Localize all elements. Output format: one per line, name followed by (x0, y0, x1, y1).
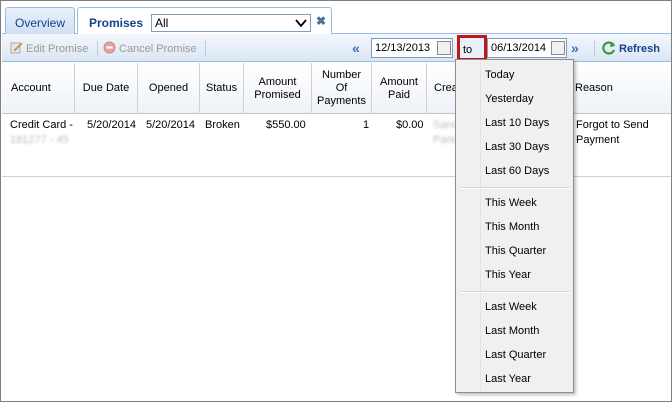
refresh-icon (602, 41, 616, 55)
column-header-status[interactable]: Status (200, 63, 244, 114)
column-header-amount-paid[interactable]: Amount Paid (372, 63, 427, 114)
cancel-promise-label: Cancel Promise (119, 43, 197, 55)
edit-promise-button[interactable]: Edit Promise (10, 41, 88, 57)
cancel-icon (103, 41, 116, 54)
tab-strip: Overview Promises All ✖ (2, 2, 671, 36)
header-label: Status (205, 82, 238, 94)
menu-separator (460, 187, 570, 189)
header-label: Promised (254, 88, 301, 101)
menu-item-this-quarter[interactable]: This Quarter (485, 245, 546, 257)
previous-period-icon[interactable]: « (352, 40, 368, 56)
menu-item-last-week[interactable]: Last Week (485, 301, 537, 313)
promise-filter-select[interactable]: All (151, 14, 311, 32)
header-label: Of (335, 82, 348, 94)
column-header-amount-promised[interactable]: Amount Promised (244, 63, 312, 114)
close-tab-icon[interactable]: ✖ (316, 14, 326, 28)
header-label: Number (321, 69, 362, 81)
menu-item-this-month[interactable]: This Month (485, 221, 539, 233)
refresh-button[interactable]: Refresh (601, 40, 660, 56)
tab-promises[interactable]: Promises All ✖ (77, 7, 332, 36)
tab-overview-label: Overview (14, 16, 65, 30)
column-header-reason[interactable]: Reason (567, 63, 671, 114)
promises-window: Overview Promises All ✖ Edit Promise Can… (0, 0, 672, 402)
date-to-field[interactable]: 06/13/2014 (487, 38, 567, 58)
header-label: Payments (317, 95, 366, 107)
refresh-label: Refresh (619, 43, 660, 55)
column-header-number-of-payments[interactable]: Number Of Payments (312, 63, 372, 114)
date-from-value: 12/13/2013 (375, 42, 431, 54)
next-period-icon[interactable]: » (571, 40, 587, 56)
cell-amount-promised: $550.00 (266, 119, 306, 131)
calendar-icon[interactable] (437, 41, 451, 55)
toolbar: Edit Promise Cancel Promise « 12/13/2013… (2, 34, 671, 63)
cell-reason: Forgot to Send Payment (576, 118, 649, 148)
column-header-due-date[interactable]: Due Date (75, 63, 138, 114)
cell-account: Credit Card - 181277 - 45 (10, 118, 73, 148)
header-label: Paid (387, 88, 411, 101)
reason-line: Forgot to Send (576, 119, 649, 131)
header-label: Amount (258, 75, 297, 88)
date-to-value: 06/13/2014 (491, 42, 547, 54)
toolbar-separator (97, 41, 98, 56)
header-label: Due Date (82, 82, 130, 94)
menu-item-yesterday[interactable]: Yesterday (485, 93, 534, 105)
header-label: Amount (380, 75, 418, 88)
cancel-promise-button[interactable]: Cancel Promise (103, 41, 197, 57)
account-number: 181277 - 45 (10, 134, 69, 146)
chevron-down-icon (295, 19, 307, 28)
account-name: Credit Card - (10, 119, 73, 131)
tab-promises-label: Promises (89, 16, 144, 30)
menu-item-last-30-days[interactable]: Last 30 Days (485, 141, 549, 153)
tab-overview[interactable]: Overview (5, 7, 75, 35)
calendar-icon[interactable] (551, 41, 565, 55)
menu-item-last-month[interactable]: Last Month (485, 325, 539, 337)
toolbar-separator (205, 41, 206, 56)
toolbar-separator (594, 41, 595, 56)
menu-item-this-year[interactable]: This Year (485, 269, 531, 281)
column-header-account[interactable]: Account (2, 63, 75, 114)
date-range-preset-menu: Today Yesterday Last 10 Days Last 30 Day… (455, 59, 574, 393)
cell-opened: 5/20/2014 (146, 119, 195, 131)
menu-gutter (480, 62, 481, 390)
header-label: Opened (148, 82, 189, 94)
header-label: Account (11, 82, 51, 94)
menu-item-today[interactable]: Today (485, 69, 514, 81)
menu-item-last-year[interactable]: Last Year (485, 373, 531, 385)
edit-icon (10, 42, 23, 54)
filter-select-value: All (155, 16, 169, 30)
date-from-field[interactable]: 12/13/2013 (371, 38, 453, 58)
cell-amount-paid: $0.00 (396, 119, 424, 131)
column-header-opened[interactable]: Opened (138, 63, 200, 114)
menu-item-last-60-days[interactable]: Last 60 Days (485, 165, 549, 177)
date-range-preset-button[interactable]: to (457, 35, 487, 63)
menu-item-last-quarter[interactable]: Last Quarter (485, 349, 546, 361)
cell-status: Broken (205, 119, 240, 131)
cell-due-date: 5/20/2014 (87, 119, 136, 131)
menu-separator (460, 291, 570, 293)
menu-item-last-10-days[interactable]: Last 10 Days (485, 117, 549, 129)
cell-number-of-payments: 1 (363, 119, 370, 131)
menu-item-this-week[interactable]: This Week (485, 197, 537, 209)
header-label: Reason (575, 82, 613, 94)
edit-promise-label: Edit Promise (26, 43, 89, 55)
to-label: to (463, 44, 473, 56)
reason-line: Payment (576, 134, 620, 146)
